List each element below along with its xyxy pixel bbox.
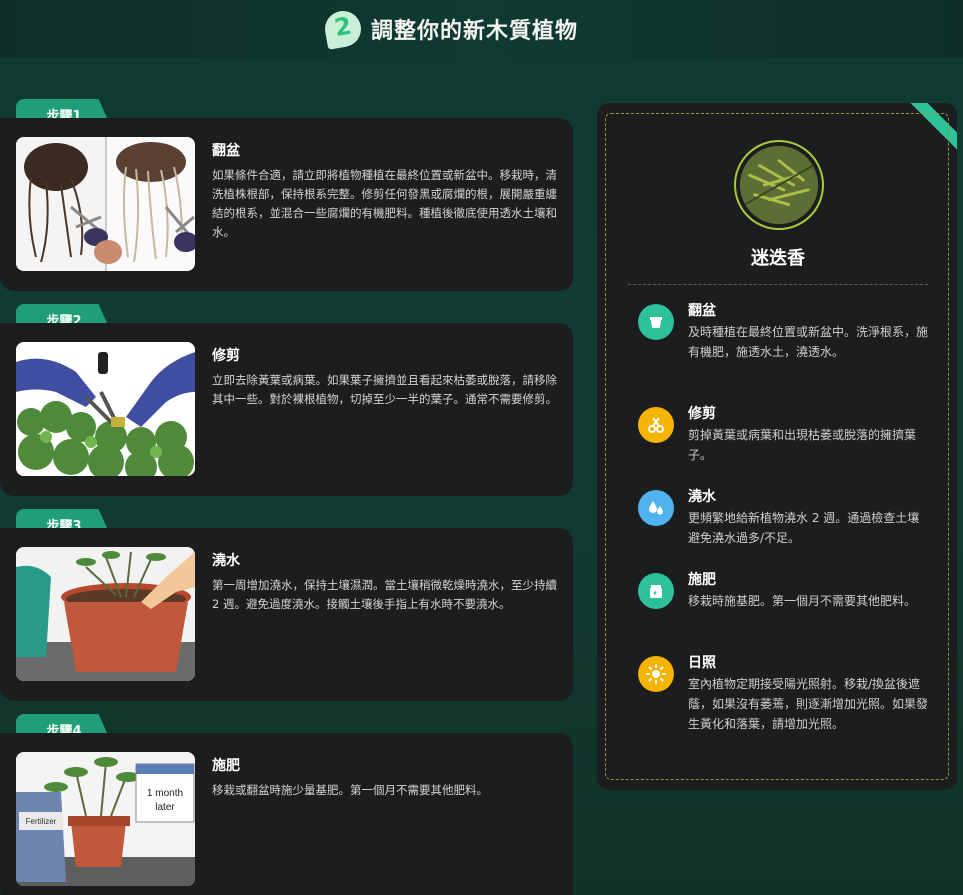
pot-icon	[638, 304, 674, 340]
step-card: 修剪 立即去除黃葉或病葉。如果葉子擁擠並且看起來枯萎或脫落，請移除其中一些。對於…	[0, 323, 573, 496]
step-card: 澆水 第一周增加澆水，保持土壤濕潤。當土壤稍微乾燥時澆水，至少持續 2 週。避免…	[0, 528, 573, 701]
plant-name: 迷迭香	[751, 248, 805, 269]
care-description: 及時種植在最終位置或新盆中。洗淨根系，施有機肥，施透水土，澆透水。	[688, 325, 929, 359]
watering-pot-image	[16, 547, 195, 681]
step-description: 立即去除黃葉或病葉。如果葉子擁擠並且看起來枯萎或脫落，請移除其中一些。對於裸根植…	[212, 373, 557, 406]
calendar-text-line1: 1 month	[147, 788, 183, 799]
step-title: 施肥	[212, 758, 240, 774]
care-description: 更頻繁地給新植物澆水 2 週。通過檢查土壤避免澆水過多/不足。	[688, 511, 920, 545]
plant-avatar	[734, 140, 824, 230]
fertilize-image: Fertilizer 1 month later	[16, 752, 195, 886]
fertilizer-icon	[638, 573, 674, 609]
plant-care-summary-panel: 迷迭香 翻盆 及時種植在最終位置或新盆中。洗淨根系，施有機肥，施透水土，澆透水。…	[597, 103, 957, 790]
care-title: 日照	[688, 655, 716, 671]
step-title: 修剪	[212, 348, 240, 364]
care-description: 室內植物定期接受陽光照射。移栽/換盆後遮蔭，如果沒有萎蔫，則逐漸增加光照。如果發…	[688, 677, 929, 731]
divider	[628, 284, 928, 285]
page-header: 調整你的新木質植物	[0, 0, 963, 58]
step-description: 如果條件合適，請立即將植物種植在最終位置或新盆中。移栽時，清洗植株根部，保持根系…	[212, 168, 557, 239]
step-card: Fertilizer 1 month later 施肥 移栽或翻盆時施少量基肥。…	[0, 733, 573, 895]
prune-leaves-image	[16, 342, 195, 476]
water-drop-icon	[638, 490, 674, 526]
repot-roots-image	[16, 137, 195, 271]
scissors-icon	[638, 407, 674, 443]
care-title: 翻盆	[688, 303, 716, 319]
care-description: 剪掉黃葉或病葉和出現枯萎或脫落的擁擠葉子。	[688, 428, 917, 462]
step-card: 翻盆 如果條件合適，請立即將植物種植在最終位置或新盆中。移栽時，清洗植株根部，保…	[0, 118, 573, 291]
sun-icon	[638, 656, 674, 692]
fertilizer-bag-text: Fertilizer	[26, 817, 57, 826]
step-description: 第一周增加澆水，保持土壤濕潤。當土壤稍微乾燥時澆水，至少持續 2 週。避免過度澆…	[212, 578, 557, 611]
step-title: 翻盆	[212, 143, 240, 159]
panel-frame: 迷迭香 翻盆 及時種植在最終位置或新盆中。洗淨根系，施有機肥，施透水土，澆透水。…	[605, 113, 949, 780]
care-title: 修剪	[688, 406, 716, 422]
care-title: 澆水	[688, 489, 716, 505]
leaf-number-icon	[322, 8, 364, 50]
care-description: 移栽時施基肥。第一個月不需要其他肥料。	[688, 594, 917, 608]
care-title: 施肥	[688, 572, 716, 588]
step-title: 澆水	[212, 553, 240, 569]
calendar-text-line2: later	[155, 802, 175, 813]
step-description: 移栽或翻盆時施少量基肥。第一個月不需要其他肥料。	[212, 783, 488, 797]
page-title: 調整你的新木質植物	[370, 19, 578, 44]
